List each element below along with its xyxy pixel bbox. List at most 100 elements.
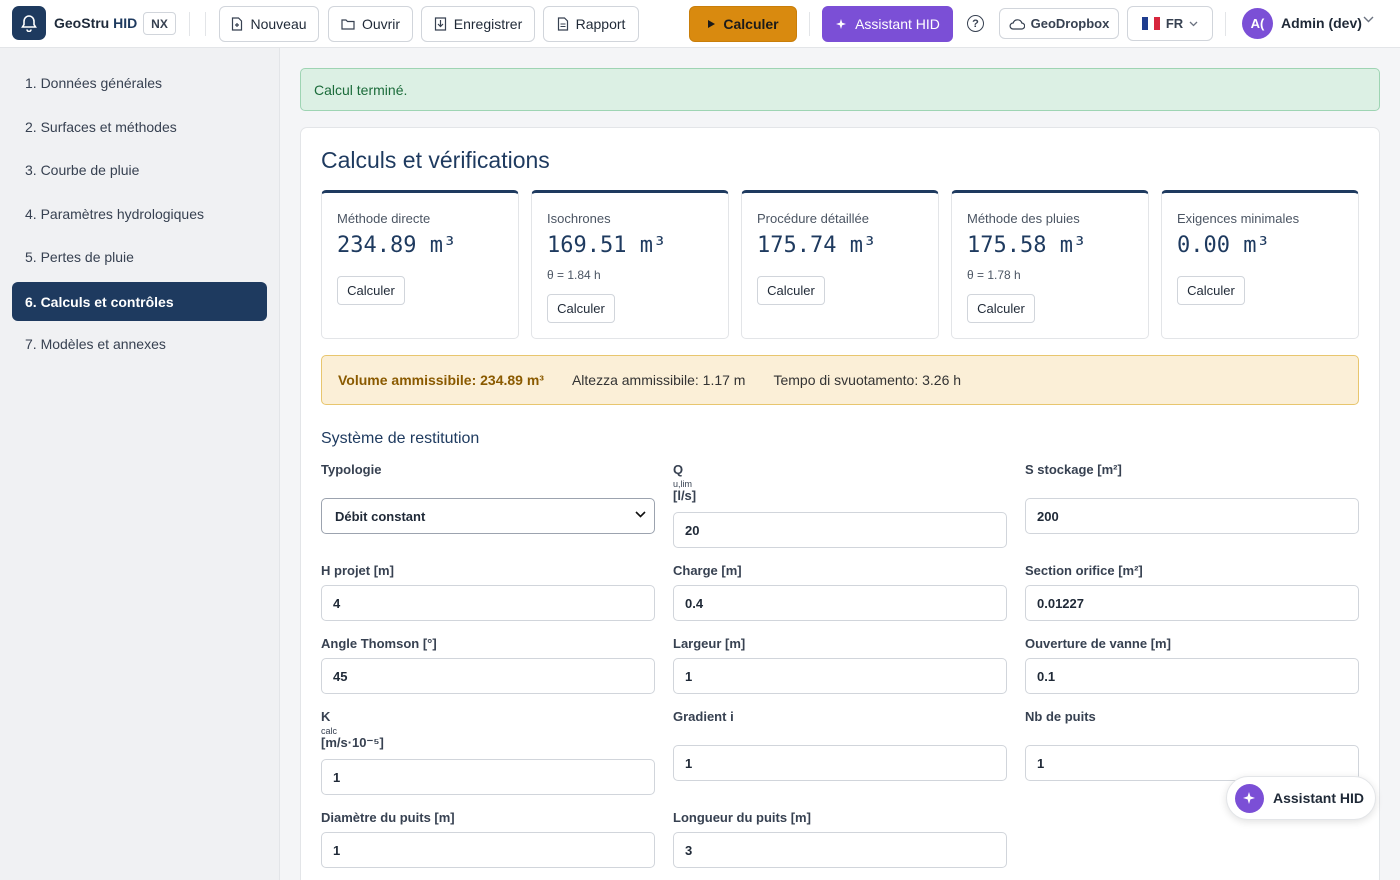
success-alert: Calcul terminé. xyxy=(300,68,1380,111)
sparkle-icon xyxy=(836,18,847,29)
method-label: Méthode directe xyxy=(337,211,431,226)
k-label-text: K xyxy=(321,709,331,724)
method-value: 234.89 m³ xyxy=(337,233,457,258)
app-name-part2: HID xyxy=(113,15,138,31)
method-card-minimum: Exigences minimales 0.00 m³ Calculer xyxy=(1161,190,1359,339)
calculate-minimum-button[interactable]: Calculer xyxy=(1177,276,1245,305)
s-stockage-input[interactable]: 200 xyxy=(1025,498,1359,534)
edition-badge: NX xyxy=(143,12,176,35)
result-summary: Volume ammissibile: 234.89 m³ Altezza am… xyxy=(321,355,1359,405)
sidebar-item-rain-curve[interactable]: 3. Courbe de pluie xyxy=(12,150,267,189)
sidebar-item-general-data[interactable]: 1. Données générales xyxy=(12,63,267,102)
method-label: Méthode des pluies xyxy=(967,211,1080,226)
app-name-part1: GeoStru xyxy=(54,15,110,31)
q-unit: [l/s] xyxy=(673,488,697,504)
method-card-rains: Méthode des pluies 175.58 m³ θ = 1.78 h … xyxy=(951,190,1149,339)
floating-assistant-button[interactable]: Assistant HID xyxy=(1226,776,1376,820)
q-input[interactable]: 20 xyxy=(673,512,1007,548)
method-value: 169.51 m³ xyxy=(547,233,667,258)
sidebar-item-surfaces-methods[interactable]: 2. Surfaces et méthodes xyxy=(12,107,267,146)
summary-height: Altezza ammissibile: 1.17 m xyxy=(571,372,746,388)
method-value: 175.58 m³ xyxy=(967,233,1087,258)
diametre-puits-label: Diamètre du puits [m] xyxy=(321,810,455,825)
summary-volume: Volume ammissibile: 234.89 m³ xyxy=(338,372,544,388)
method-label: Procédure détaillée xyxy=(757,211,870,226)
charge-label: Charge [m] xyxy=(673,563,742,578)
top-toolbar: GeoStru HID NX Nouveau Ouvrir Enregistre… xyxy=(0,0,1400,48)
q-label: Q u,lim [l/s] xyxy=(673,463,696,503)
typologie-value: Débit constant xyxy=(335,508,426,524)
divider xyxy=(205,12,206,36)
method-value: 0.00 m³ xyxy=(1177,233,1270,258)
play-icon xyxy=(708,20,716,28)
assistant-button[interactable]: Assistant HID xyxy=(822,6,953,42)
calculate-button[interactable]: Calculer xyxy=(689,6,797,42)
method-value: 175.74 m³ xyxy=(757,233,877,258)
longueur-puits-label: Longueur du puits [m] xyxy=(673,810,811,825)
open-button[interactable]: Ouvrir xyxy=(328,6,413,42)
report-button[interactable]: Rapport xyxy=(543,6,639,42)
h-projet-label: H projet [m] xyxy=(321,563,394,578)
open-button-label: Ouvrir xyxy=(361,16,401,32)
largeur-label: Largeur [m] xyxy=(673,636,746,651)
calculate-direct-button[interactable]: Calculer xyxy=(337,276,405,305)
largeur-input[interactable]: 1 xyxy=(673,658,1007,694)
save-icon xyxy=(434,17,446,31)
divider xyxy=(1225,12,1226,36)
sidebar-item-models-annexes[interactable]: 7. Modèles et annexes xyxy=(12,324,267,363)
summary-time: Tempo di svuotamento: 3.26 h xyxy=(773,372,962,388)
charge-input[interactable]: 0.4 xyxy=(673,585,1007,621)
sidebar-item-rain-losses[interactable]: 5. Pertes de pluie xyxy=(12,237,267,276)
new-button-label: Nouveau xyxy=(250,16,307,32)
save-button-label: Enregistrer xyxy=(453,16,523,32)
calculate-isochrones-button[interactable]: Calculer xyxy=(547,294,615,323)
nb-puits-label: Nb de puits xyxy=(1025,709,1096,724)
ouverture-vanne-input[interactable]: 0.1 xyxy=(1025,658,1359,694)
section-orifice-input[interactable]: 0.01227 xyxy=(1025,585,1359,621)
app-logo[interactable] xyxy=(12,6,46,40)
method-label: Isochrones xyxy=(547,211,611,226)
sidebar-item-hydrologic-params[interactable]: 4. Paramètres hydrologiques xyxy=(12,194,267,233)
method-theta: θ = 1.84 h xyxy=(547,268,601,282)
cloud-icon xyxy=(1009,18,1025,30)
h-projet-input[interactable]: 4 xyxy=(321,585,655,621)
gradient-label: Gradient i xyxy=(673,709,734,724)
chevron-down-icon xyxy=(635,511,646,518)
typologie-select[interactable]: Débit constant xyxy=(321,498,655,534)
method-card-direct: Méthode directe 234.89 m³ Calculer xyxy=(321,190,519,339)
geodropbox-button[interactable]: GeoDropbox xyxy=(999,8,1119,39)
floating-assistant-label: Assistant HID xyxy=(1273,790,1365,806)
language-label: FR xyxy=(1165,16,1184,31)
k-unit: [m/s·10⁻⁵] xyxy=(321,735,384,751)
calculate-button-label: Calculer xyxy=(723,16,779,32)
app-name: GeoStru HID xyxy=(54,15,137,31)
help-icon[interactable]: ? xyxy=(967,15,984,32)
angle-thomson-input[interactable]: 45 xyxy=(321,658,655,694)
bell-logo-icon xyxy=(21,15,37,32)
divider xyxy=(189,12,190,36)
gradient-input[interactable]: 1 xyxy=(673,745,1007,781)
calculate-detailed-button[interactable]: Calculer xyxy=(757,276,825,305)
language-select[interactable]: FR xyxy=(1127,6,1213,41)
avatar[interactable]: A( xyxy=(1242,8,1273,39)
s-stockage-label: S stockage [m²] xyxy=(1025,462,1122,477)
save-button[interactable]: Enregistrer xyxy=(421,6,535,42)
ouverture-vanne-label: Ouverture de vanne [m] xyxy=(1025,636,1171,651)
calculate-rains-button[interactable]: Calculer xyxy=(967,294,1035,323)
chevron-down-icon xyxy=(1189,21,1198,26)
k-label: K calc [m/s·10⁻⁵] xyxy=(321,710,384,750)
method-card-detailed: Procédure détaillée 175.74 m³ Calculer xyxy=(741,190,939,339)
diametre-puits-input[interactable]: 1 xyxy=(321,832,655,868)
sparkle-icon xyxy=(1235,783,1264,813)
k-input[interactable]: 1 xyxy=(321,759,655,795)
sidebar-item-calculations[interactable]: 6. Calculs et contrôles xyxy=(12,282,267,321)
new-button[interactable]: Nouveau xyxy=(219,6,319,42)
assistant-button-label: Assistant HID xyxy=(855,16,940,32)
longueur-puits-input[interactable]: 3 xyxy=(673,832,1007,868)
method-label: Exigences minimales xyxy=(1177,211,1300,226)
geodropbox-label: GeoDropbox xyxy=(1030,16,1110,31)
france-flag-icon xyxy=(1141,17,1160,30)
typologie-label: Typologie xyxy=(321,462,382,477)
user-name[interactable]: Admin (dev) xyxy=(1281,15,1362,31)
chevron-down-icon[interactable] xyxy=(1363,16,1374,23)
